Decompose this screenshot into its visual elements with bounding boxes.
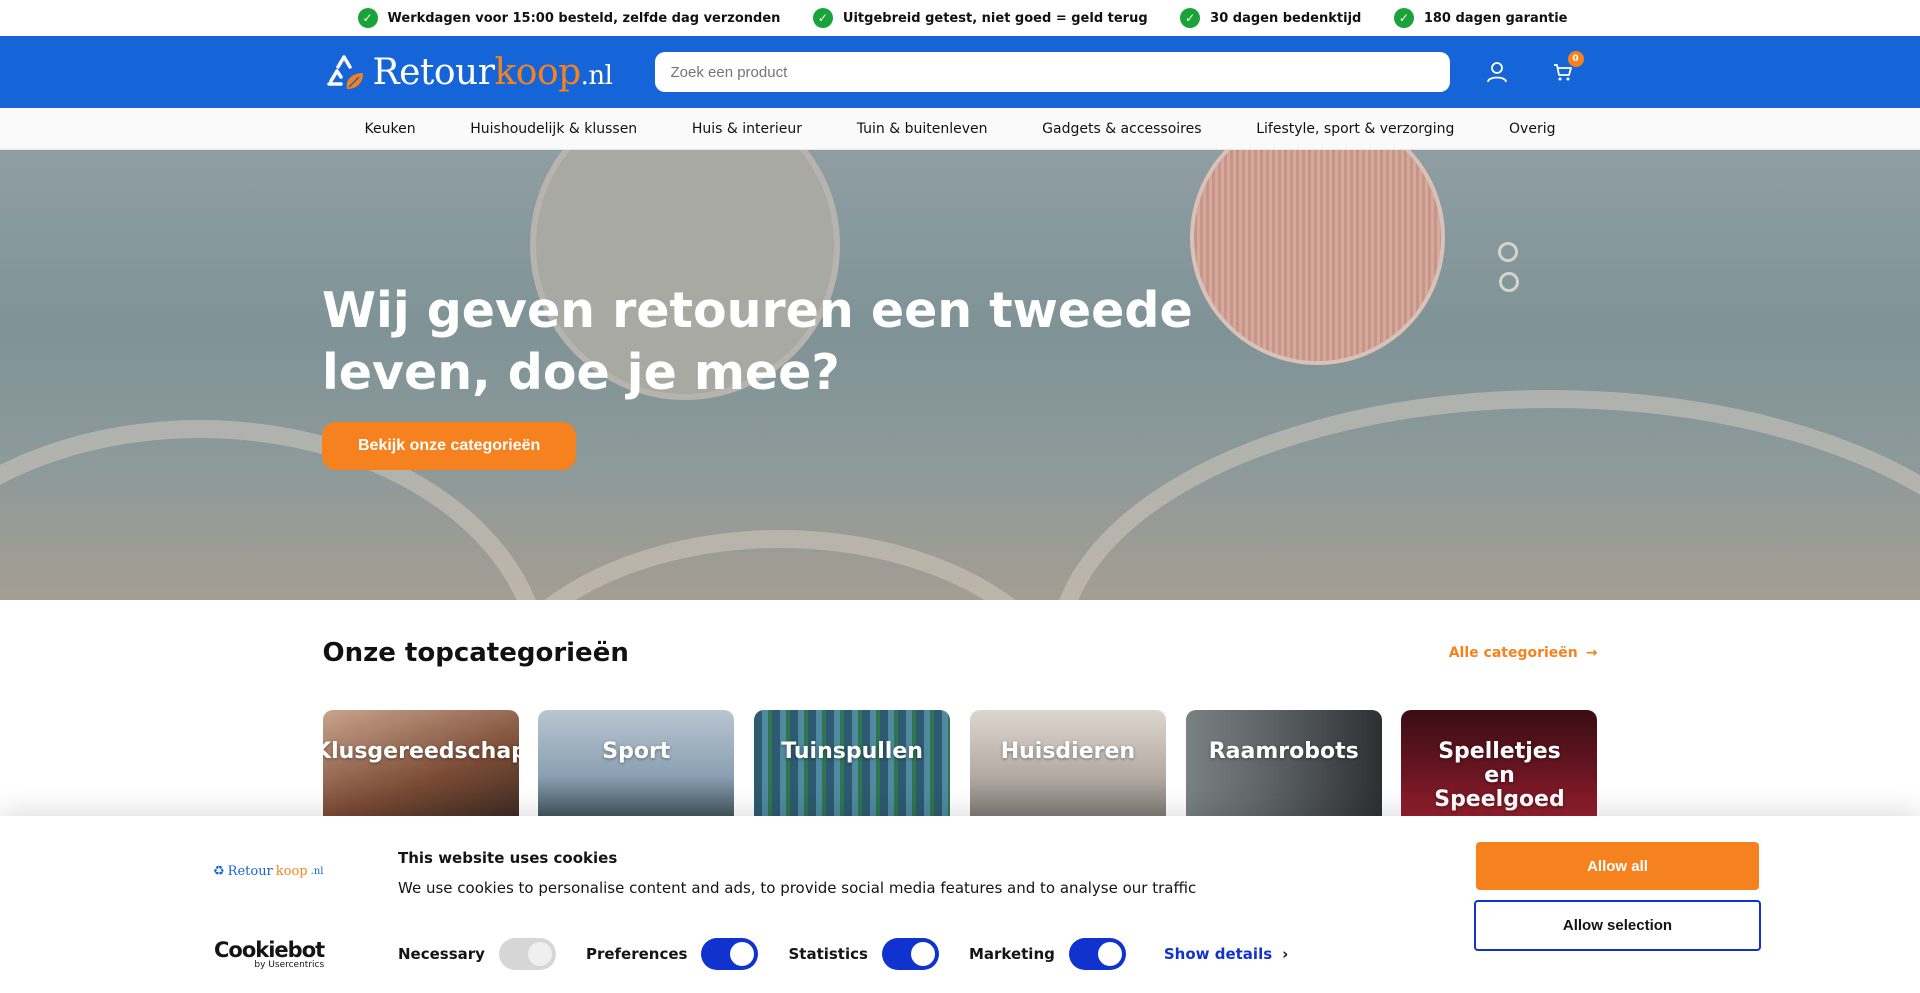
view-categories-button[interactable]: Bekijk onze categorieën <box>322 422 577 470</box>
category-tile[interactable]: Tuinspullen <box>754 710 951 820</box>
category-tile[interactable]: Spelletjes en Speelgoed <box>1401 710 1598 820</box>
check-icon: ✓ <box>1180 8 1201 28</box>
check-icon: ✓ <box>1393 8 1414 28</box>
hero-decoration <box>1498 242 1518 262</box>
allow-selection-button[interactable]: Allow selection <box>1474 900 1761 951</box>
hero-banner: Wij geven retouren een tweede leven, doe… <box>0 150 1920 600</box>
category-label: Sport <box>602 739 671 764</box>
cookiebot-brand: Cookiebot <box>214 938 325 962</box>
recycle-logo-icon <box>326 55 363 89</box>
cookie-site-logo: ♻ Retour koop .nl <box>213 864 323 879</box>
all-categories-label: Alle categorieën <box>1448 645 1578 661</box>
site-header: Retourkoop.nl 0 <box>0 36 1920 108</box>
usp-item: ✓ Werkdagen voor 15:00 besteld, zelfde da… <box>357 8 781 28</box>
nav-item-huishoudelijk[interactable]: Huishoudelijk & klussen <box>470 121 637 137</box>
nav-item-huis-interieur[interactable]: Huis & interieur <box>692 121 802 137</box>
nav-item-tuin[interactable]: Tuin & buitenleven <box>857 121 988 137</box>
category-tile[interactable]: Raamrobots <box>1185 710 1382 820</box>
marketing-switch[interactable] <box>1068 938 1126 970</box>
cart-count-badge: 0 <box>1567 51 1584 67</box>
recycle-logo-icon: ♻ <box>213 864 225 879</box>
category-label: Raamrobots <box>1208 739 1359 764</box>
logo-tld: .nl <box>310 866 324 877</box>
category-label: Tuinspullen <box>781 739 923 764</box>
show-details-link[interactable]: Show details › <box>1164 945 1288 963</box>
nav-item-overig[interactable]: Overig <box>1509 121 1555 137</box>
main-nav: Keuken Huishoudelijk & klussen Huis & in… <box>0 108 1920 150</box>
category-tile[interactable]: Huisdieren <box>969 710 1166 820</box>
usp-item: ✓ 30 dagen bedenktijd <box>1180 8 1361 28</box>
logo-main: Retour <box>372 51 495 93</box>
usp-item: ✓ 180 dagen garantie <box>1393 8 1568 28</box>
category-label: Spelletjes en Speelgoed <box>1434 739 1565 812</box>
cookie-title: This website uses cookies <box>398 849 618 867</box>
usp-bar: ✓ Werkdagen voor 15:00 besteld, zelfde da… <box>0 0 1920 36</box>
all-categories-link[interactable]: Alle categorieën → <box>1449 645 1598 661</box>
hero-title: Wij geven retouren een tweede leven, doe… <box>322 282 1193 401</box>
necessary-switch[interactable] <box>498 938 556 970</box>
chevron-right-icon: › <box>1282 945 1289 963</box>
logo-tld: .nl <box>580 60 613 91</box>
usp-text: Werkdagen voor 15:00 besteld, zelfde dag… <box>387 10 781 26</box>
logo-accent: koop <box>275 864 308 879</box>
toggle-necessary: Necessary <box>398 938 556 970</box>
category-label: Klusgereedschap <box>322 739 519 764</box>
usp-text: 30 dagen bedenktijd <box>1210 10 1362 26</box>
nav-item-lifestyle[interactable]: Lifestyle, sport & verzorging <box>1256 121 1454 137</box>
toggle-label: Necessary <box>398 945 485 963</box>
nav-item-gadgets[interactable]: Gadgets & accessoires <box>1042 121 1201 137</box>
logo-accent: koop <box>494 51 581 93</box>
cookie-text: We use cookies to personalise content an… <box>398 879 1197 897</box>
category-tile[interactable]: Klusgereedschap <box>322 710 519 820</box>
cookie-toggles: Necessary Preferences Statistics Marketi… <box>398 938 1288 970</box>
section-title: Onze topcategorieën <box>322 638 629 668</box>
toggle-label: Preferences <box>585 945 688 963</box>
cookie-banner: ♻ Retour koop .nl Cookiebot by Usercentric… <box>0 816 1920 993</box>
check-icon: ✓ <box>357 8 378 28</box>
toggle-marketing: Marketing <box>969 938 1126 970</box>
site-logo[interactable]: Retourkoop.nl <box>323 51 655 93</box>
usp-item: ✓ Uitgebreid getest, niet goed = geld ter… <box>812 8 1148 28</box>
logo-main: Retour <box>227 864 273 879</box>
top-categories: Onze topcategorieën Alle categorieën → Kl… <box>0 600 1920 820</box>
logo-text: Retourkoop.nl <box>373 52 613 93</box>
show-details-label: Show details <box>1163 945 1273 963</box>
toggle-statistics: Statistics <box>788 938 939 970</box>
toggle-label: Marketing <box>968 945 1055 963</box>
nav-item-keuken[interactable]: Keuken <box>365 121 416 137</box>
arrow-right-icon: → <box>1585 645 1598 661</box>
hero-decoration <box>470 530 1090 600</box>
check-icon: ✓ <box>812 8 833 28</box>
category-label: Huisdieren <box>1000 739 1136 764</box>
category-tile[interactable]: Sport <box>538 710 735 820</box>
cart-icon[interactable]: 0 <box>1550 51 1584 85</box>
preferences-switch[interactable] <box>701 938 759 970</box>
toggle-preferences: Preferences <box>586 938 759 970</box>
hero-decoration <box>1499 272 1519 292</box>
search-input[interactable] <box>654 52 1450 92</box>
usp-text: Uitgebreid getest, niet goed = geld teru… <box>842 10 1148 26</box>
cookiebot-logo: Cookiebot by Usercentrics <box>214 938 325 970</box>
account-icon[interactable] <box>1484 59 1510 85</box>
allow-all-button[interactable]: Allow all <box>1476 842 1759 890</box>
statistics-switch[interactable] <box>881 938 939 970</box>
usp-text: 180 dagen garantie <box>1423 10 1568 26</box>
toggle-label: Statistics <box>788 945 868 963</box>
